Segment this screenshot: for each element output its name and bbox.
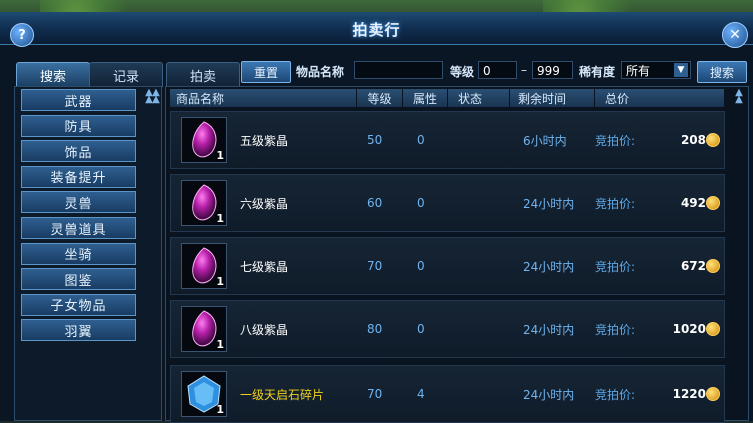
column-header-level[interactable]: 等级 (357, 89, 403, 107)
item-level: 80 (367, 322, 383, 336)
gold-coin-icon (706, 133, 720, 147)
tab-records[interactable]: 记录 (89, 62, 163, 87)
category-item[interactable]: 武器 (21, 89, 136, 111)
item-attribute: 0 (417, 133, 425, 147)
item-name-label: 物品名称 (296, 65, 345, 79)
rarity-select[interactable]: 所有 ▼ (621, 61, 691, 79)
gold-coin-icon (706, 387, 720, 401)
item-attribute: 0 (417, 322, 425, 336)
item-attribute: 4 (417, 387, 425, 401)
category-item[interactable]: 坐骑 (21, 242, 136, 265)
bid-price-value: 208 (680, 133, 706, 147)
category-item[interactable]: 羽翼 (21, 319, 136, 342)
bid-price-value: 1020 (672, 322, 706, 336)
table-row[interactable]: 1 八级紫晶 80 0 24小时内 竞拍价: 1020 (170, 300, 725, 358)
bid-price-label: 竞拍价: (595, 133, 636, 148)
item-level: 60 (367, 196, 383, 210)
category-item[interactable]: 图鉴 (21, 268, 136, 291)
window-title: 拍卖行 (352, 21, 401, 39)
gold-coin-icon (706, 322, 720, 336)
column-header-name[interactable]: 商品名称 (170, 89, 357, 107)
level-max-input[interactable]: 999 (532, 61, 573, 79)
bid-price-label: 竞拍价: (595, 387, 636, 402)
item-time-left: 6小时内 (523, 133, 567, 148)
level-separator: – (521, 63, 527, 77)
bid-price-value: 1220 (672, 387, 706, 401)
column-header-status[interactable]: 状态 (448, 89, 510, 107)
bid-price-value: 672 (680, 259, 706, 273)
item-quantity: 1 (216, 149, 224, 162)
help-button[interactable]: ? (10, 23, 34, 47)
chevron-down-icon[interactable]: ▼ (674, 63, 688, 77)
table-row[interactable]: 1 六级紫晶 60 0 24小时内 竞拍价: 492 (170, 174, 725, 232)
category-item[interactable]: 饰品 (21, 140, 136, 163)
item-slot[interactable]: 1 (181, 117, 227, 163)
table-row[interactable]: 1 七级紫晶 70 0 24小时内 竞拍价: 672 (170, 237, 725, 295)
column-header-time[interactable]: 剩余时间 (510, 89, 595, 107)
item-slot[interactable]: 1 (181, 371, 227, 417)
item-name: 五级紫晶 (240, 133, 289, 148)
table-row[interactable]: 1 一级天启石碎片 70 4 24小时内 竞拍价: 1220 (170, 365, 725, 423)
item-quantity: 1 (216, 338, 224, 351)
close-button[interactable]: ✕ (722, 22, 748, 48)
search-button[interactable]: 搜索 (697, 61, 747, 83)
item-quantity: 1 (216, 275, 224, 288)
item-slot[interactable]: 1 (181, 306, 227, 352)
results-scroll-up-icon[interactable]: ▲ ▲ (150, 88, 162, 105)
item-level: 50 (367, 133, 383, 147)
bid-price-label: 竞拍价: (595, 259, 636, 274)
reset-button[interactable]: 重置 (241, 61, 291, 83)
item-quantity: 1 (216, 403, 224, 416)
item-time-left: 24小时内 (523, 322, 575, 337)
table-row[interactable]: 1 五级紫晶 50 0 6小时内 竞拍价: 208 (170, 111, 725, 169)
gold-coin-icon (706, 259, 720, 273)
category-item[interactable]: 防具 (21, 114, 136, 137)
item-name: 一级天启石碎片 (240, 387, 325, 402)
bid-price-label: 竞拍价: (595, 196, 636, 211)
item-attribute: 0 (417, 196, 425, 210)
category-item[interactable]: 装备提升 (21, 165, 136, 188)
category-item[interactable]: 灵兽 (21, 191, 136, 214)
column-header-attribute[interactable]: 属性 (403, 89, 448, 107)
item-attribute: 0 (417, 259, 425, 273)
tab-search[interactable]: 搜索 (16, 62, 90, 87)
rarity-value: 所有 (626, 64, 651, 78)
item-level: 70 (367, 259, 383, 273)
bid-price-value: 492 (680, 196, 706, 210)
results-scroll-right-icon[interactable]: ▲ ▲ (733, 88, 745, 105)
bid-price-label: 竞拍价: (595, 322, 636, 337)
item-slot[interactable]: 1 (181, 180, 227, 226)
gold-coin-icon (706, 196, 720, 210)
item-name: 七级紫晶 (240, 259, 289, 274)
level-label: 等级 (450, 65, 475, 79)
item-name-input[interactable] (354, 61, 443, 79)
category-item[interactable]: 子女物品 (21, 293, 136, 316)
item-quantity: 1 (216, 212, 224, 225)
column-header-price[interactable]: 总价 (595, 89, 725, 107)
tab-auction[interactable]: 拍卖 (166, 62, 240, 87)
item-time-left: 24小时内 (523, 196, 575, 211)
item-name: 八级紫晶 (240, 322, 289, 337)
item-time-left: 24小时内 (523, 259, 575, 274)
category-item[interactable]: 灵兽道具 (21, 217, 136, 239)
item-level: 70 (367, 387, 383, 401)
level-min-input[interactable]: 0 (478, 61, 517, 79)
rarity-label: 稀有度 (579, 65, 616, 79)
item-slot[interactable]: 1 (181, 243, 227, 289)
item-name: 六级紫晶 (240, 196, 289, 211)
item-time-left: 24小时内 (523, 387, 575, 402)
